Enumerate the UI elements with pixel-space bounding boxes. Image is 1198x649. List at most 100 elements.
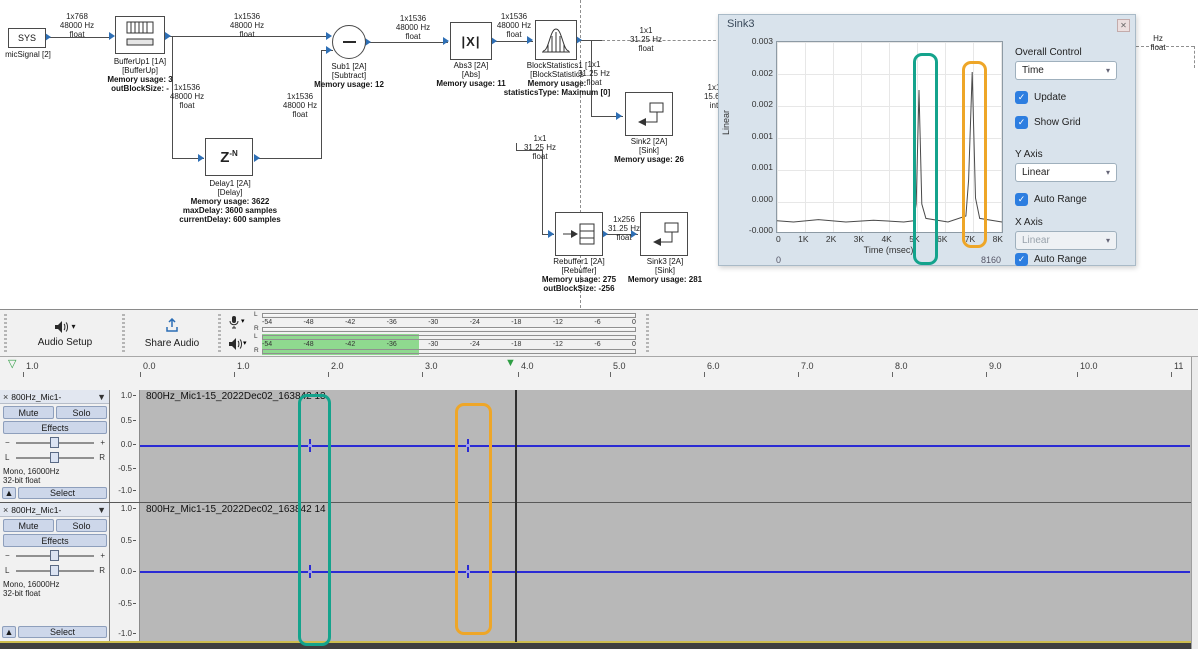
y-auto-range-checkbox-row: ✓ Auto Range bbox=[1015, 193, 1087, 206]
timeline-label: 6.0 bbox=[707, 361, 720, 371]
track-2[interactable]: × 800Hz_Mic1- ▼ Mute Solo Effects − + L … bbox=[0, 503, 1198, 641]
toolbar-grip[interactable] bbox=[218, 314, 221, 352]
timeline-label: 3.0 bbox=[425, 361, 438, 371]
chevron-down-icon: ▾ bbox=[1106, 66, 1110, 75]
track-1[interactable]: × 800Hz_Mic1- ▼ Mute Solo Effects − + L … bbox=[0, 390, 1198, 502]
annotation-box-teal-plot bbox=[913, 53, 938, 265]
wire-label: 1x153648000 Hzfloat bbox=[220, 12, 274, 39]
y-tick: 0.002 bbox=[752, 99, 773, 109]
sys-input-block[interactable]: SYS bbox=[8, 28, 46, 48]
track-name[interactable]: 800Hz_Mic1- bbox=[11, 392, 94, 402]
amp-tick: -0.5 bbox=[118, 464, 136, 473]
timeline-label: 0.0 bbox=[143, 361, 156, 371]
gain-slider-thumb[interactable] bbox=[50, 550, 59, 561]
update-checkbox[interactable]: ✓ bbox=[1015, 91, 1028, 104]
wire-segment bbox=[542, 150, 543, 235]
x-axis-section-label: X Axis bbox=[1015, 217, 1043, 228]
x-scale-dropdown[interactable]: Linear ▾ bbox=[1015, 231, 1117, 250]
sink2-block[interactable] bbox=[625, 92, 673, 136]
record-meter-body: L R -54 -48 -42 -36 -30 -24 -18 -12 -6 0 bbox=[254, 312, 638, 333]
close-button[interactable]: ✕ bbox=[1117, 19, 1130, 32]
record-meter[interactable]: ▾ L R -54 -48 -42 -36 -30 -24 -18 -12 -6… bbox=[228, 312, 640, 333]
track-close-button[interactable]: × bbox=[3, 504, 8, 516]
playback-meter[interactable]: ▾ L R -54 -48 -42 -36 -30 -24 -18 -12 -6 bbox=[228, 334, 640, 355]
effects-button[interactable]: Effects bbox=[3, 421, 107, 434]
port-icon bbox=[616, 112, 622, 120]
toolbar-grip[interactable] bbox=[122, 314, 125, 352]
record-meter-bar-right bbox=[262, 327, 636, 332]
annotation-box-orange-tracks bbox=[455, 403, 492, 635]
x-range-row: 0 8160 bbox=[776, 255, 1001, 265]
collapse-button[interactable]: ▲ bbox=[2, 487, 16, 499]
toolbar-grip[interactable] bbox=[4, 314, 7, 352]
playhead-icon[interactable]: ▼ bbox=[505, 358, 516, 369]
check-icon: ✓ bbox=[1018, 254, 1026, 264]
gain-max-label: + bbox=[100, 551, 105, 560]
pan-slider[interactable]: L R bbox=[3, 564, 107, 577]
vertical-scrollbar[interactable] bbox=[1191, 357, 1198, 649]
loop-region-icon[interactable]: ▽ bbox=[8, 359, 16, 370]
x-tick: 2K bbox=[826, 234, 836, 244]
track-close-button[interactable]: × bbox=[3, 391, 8, 403]
rebuffer-block[interactable] bbox=[555, 212, 603, 256]
amp-tick: 0.0 bbox=[121, 567, 136, 576]
share-audio-button[interactable]: Share Audio bbox=[130, 313, 214, 354]
solo-button[interactable]: Solo bbox=[56, 406, 107, 419]
left-channel-label: L bbox=[254, 333, 258, 340]
subtract-block[interactable] bbox=[332, 25, 366, 59]
x-auto-range-checkbox[interactable]: ✓ bbox=[1015, 253, 1028, 266]
y-auto-range-checkbox[interactable]: ✓ bbox=[1015, 193, 1028, 206]
track-header[interactable]: × 800Hz_Mic1- ▼ bbox=[0, 390, 109, 404]
chevron-down-icon: ▾ bbox=[1106, 236, 1110, 245]
gain-slider[interactable]: − + bbox=[3, 549, 107, 562]
gain-slider-thumb[interactable] bbox=[50, 437, 59, 448]
gain-slider[interactable]: − + bbox=[3, 436, 107, 449]
audio-setup-button[interactable]: ▾ Audio Setup bbox=[14, 313, 116, 354]
pan-slider-thumb[interactable] bbox=[50, 452, 59, 463]
sink3-caption: Sink3 [2A][Sink]Memory usage: 281 bbox=[617, 257, 713, 284]
track-menu-icon[interactable]: ▼ bbox=[97, 391, 106, 403]
dsp-designer-canvas: SYS micSignal [2] BufferUp1 [1A][BufferU… bbox=[0, 0, 1198, 309]
right-channel-label: R bbox=[254, 325, 259, 332]
db-label: -6 bbox=[594, 340, 600, 349]
time-domain-dropdown[interactable]: Time ▾ bbox=[1015, 61, 1117, 80]
collapse-button[interactable]: ▲ bbox=[2, 626, 16, 638]
dropdown-value: Linear bbox=[1022, 235, 1050, 246]
timeline-ruler[interactable]: ▽ 1.0 0.0 1.0 2.0 3.0 4.0 5.0 6.0 7.0 8.… bbox=[0, 357, 1198, 390]
pan-slider-thumb[interactable] bbox=[50, 565, 59, 576]
track-2-vertical-ruler[interactable]: 1.0 0.5 0.0 -0.5 -1.0 bbox=[110, 503, 140, 641]
mute-button[interactable]: Mute bbox=[3, 406, 54, 419]
pan-right-label: R bbox=[99, 453, 105, 462]
bottom-edge-bar bbox=[0, 643, 1198, 649]
bufferup-block[interactable] bbox=[115, 16, 165, 54]
track-menu-icon[interactable]: ▼ bbox=[97, 504, 106, 516]
update-checkbox-row: ✓ Update bbox=[1015, 91, 1066, 104]
db-label: -12 bbox=[553, 318, 563, 327]
abs-block[interactable]: |X| bbox=[450, 22, 492, 60]
db-label: -36 bbox=[387, 340, 397, 349]
y-tick-labels: 0.003 0.002 0.002 0.001 0.001 0.000 -0.0… bbox=[733, 36, 773, 235]
dropdown-value: Time bbox=[1022, 65, 1044, 76]
delay-block[interactable]: Z-N bbox=[205, 138, 253, 176]
y-auto-range-label: Auto Range bbox=[1034, 194, 1087, 205]
select-button[interactable]: Select bbox=[18, 626, 107, 638]
timeline-label: 11 bbox=[1174, 361, 1183, 371]
port-icon bbox=[165, 32, 171, 40]
solo-button[interactable]: Solo bbox=[56, 519, 107, 532]
db-label: -54 bbox=[262, 340, 272, 349]
blockstatistics-block[interactable] bbox=[535, 20, 577, 60]
track-1-vertical-ruler[interactable]: 1.0 0.5 0.0 -0.5 -1.0 bbox=[110, 390, 140, 502]
select-button[interactable]: Select bbox=[18, 487, 107, 499]
toolbar-grip[interactable] bbox=[646, 314, 649, 352]
track-name[interactable]: 800Hz_Mic1- bbox=[11, 505, 94, 515]
pan-slider[interactable]: L R bbox=[3, 451, 107, 464]
db-label: -30 bbox=[428, 340, 438, 349]
show-grid-checkbox[interactable]: ✓ bbox=[1015, 116, 1028, 129]
track-format-line1: Mono, 16000Hz bbox=[3, 467, 59, 476]
y-axis-section-label: Y Axis bbox=[1015, 149, 1043, 160]
track-header[interactable]: × 800Hz_Mic1- ▼ bbox=[0, 503, 109, 517]
y-scale-dropdown[interactable]: Linear ▾ bbox=[1015, 163, 1117, 182]
pan-right-label: R bbox=[99, 566, 105, 575]
mute-button[interactable]: Mute bbox=[3, 519, 54, 532]
effects-button[interactable]: Effects bbox=[3, 534, 107, 547]
